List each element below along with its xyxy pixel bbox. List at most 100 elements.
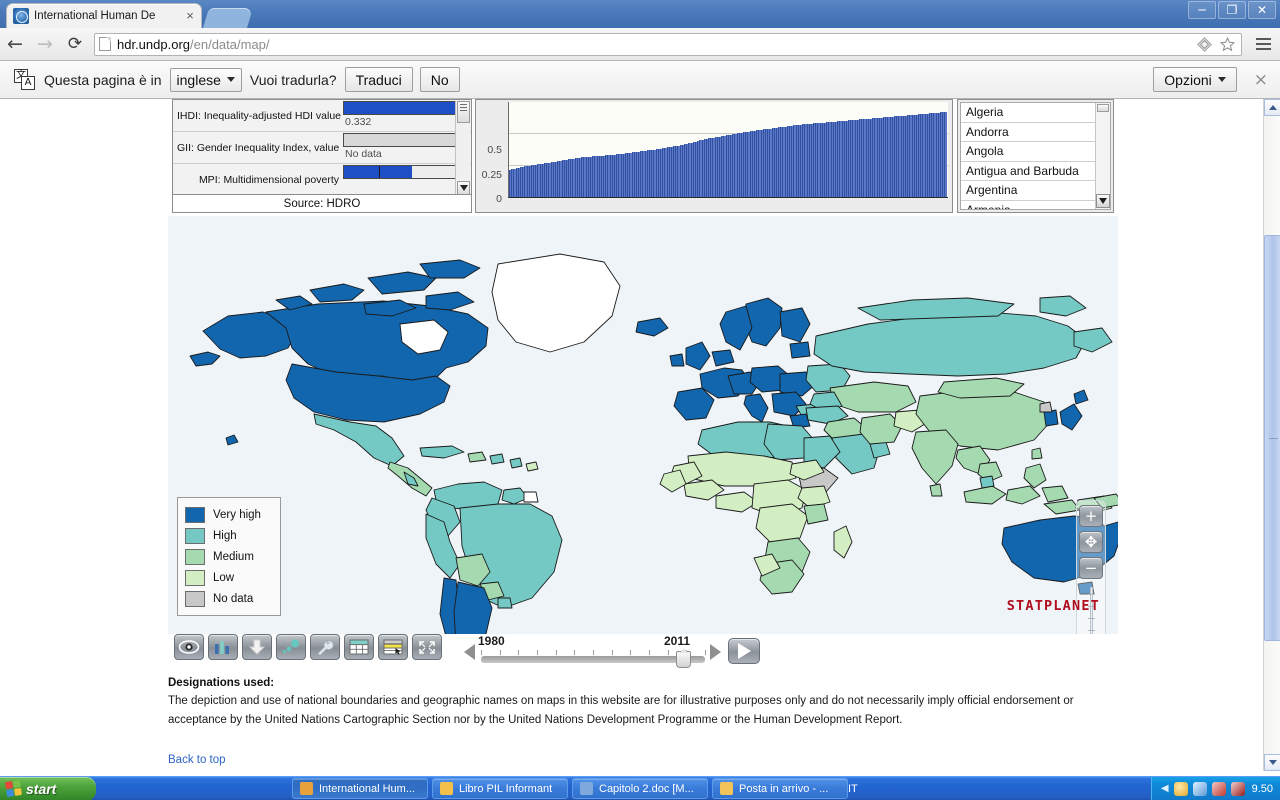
browser-tab[interactable]: International Human De × bbox=[6, 3, 202, 28]
chart-bars bbox=[509, 102, 948, 197]
chrome-menu-icon[interactable] bbox=[1250, 30, 1276, 58]
start-label: start bbox=[26, 780, 57, 797]
start-button[interactable]: start bbox=[0, 776, 96, 800]
antivirus-tray-icon[interactable] bbox=[1230, 781, 1245, 796]
indicator-value: 0.332 bbox=[345, 115, 372, 128]
translate-button[interactable]: Traduci bbox=[344, 67, 413, 92]
bubble-icon[interactable] bbox=[276, 634, 306, 660]
tab-close-icon[interactable]: × bbox=[183, 9, 197, 23]
pdf-tray-icon[interactable] bbox=[1211, 781, 1226, 796]
indicator-label: GII: Gender Inequality Index, value bbox=[177, 141, 340, 154]
country-scroll-thumb[interactable] bbox=[1097, 104, 1109, 112]
scroll-down-icon[interactable] bbox=[1264, 754, 1280, 771]
back-icon[interactable]: ← bbox=[0, 30, 30, 58]
un-favicon bbox=[13, 8, 29, 24]
timeline-handle[interactable] bbox=[676, 648, 691, 668]
close-infobar-icon[interactable]: × bbox=[1254, 70, 1268, 90]
timeline-track[interactable] bbox=[481, 656, 705, 663]
world-map-svg[interactable] bbox=[168, 216, 1118, 634]
indicator-list[interactable]: IHDI: Inequality-adjusted HDI value 0.332… bbox=[173, 100, 471, 196]
legend-label: Very high bbox=[213, 508, 261, 521]
forward-icon[interactable]: → bbox=[30, 30, 60, 58]
designations-body: The depiction and use of national bounda… bbox=[168, 695, 1074, 726]
source-language-select[interactable]: inglese bbox=[169, 67, 242, 92]
indicator-scroll-thumb[interactable] bbox=[457, 101, 470, 123]
country-scrollbar[interactable] bbox=[1095, 103, 1110, 209]
network-tray-icon[interactable] bbox=[1192, 781, 1207, 796]
indicator-bar-chart[interactable]: 0 0.25 0.5 bbox=[475, 99, 953, 213]
legend-row: Medium bbox=[185, 546, 273, 567]
indicator-row[interactable]: GII: Gender Inequality Index, value No da… bbox=[173, 132, 471, 164]
indicator-scrollbar[interactable] bbox=[455, 101, 470, 195]
legend-label: High bbox=[213, 529, 237, 542]
scroll-up-icon[interactable] bbox=[1264, 99, 1280, 116]
chevron-down-icon bbox=[226, 77, 235, 82]
page-scrollbar[interactable] bbox=[1263, 99, 1280, 771]
mail-tray-icon[interactable] bbox=[1173, 781, 1188, 796]
taskbar-item-label: International Hum... bbox=[319, 782, 415, 795]
recenter-icon[interactable]: ✥ bbox=[1079, 531, 1103, 553]
tray-expand-icon[interactable]: ◀ bbox=[1161, 783, 1169, 794]
clock[interactable]: 9.50 bbox=[1252, 783, 1273, 795]
back-to-top-link[interactable]: Back to top bbox=[168, 754, 226, 766]
bookmark-star-icon[interactable] bbox=[1219, 36, 1236, 53]
taskbar-item-label: Libro PIL Informant bbox=[459, 782, 553, 795]
window-controls: ─ ❐ ✕ bbox=[1186, 1, 1276, 19]
play-button[interactable] bbox=[728, 638, 760, 664]
country-list[interactable]: Algeria Andorra Angola Antigua and Barbuda A… bbox=[960, 102, 1111, 210]
taskbar-item[interactable]: International Hum... bbox=[292, 778, 428, 799]
taskbar-item[interactable]: Libro PIL Informant bbox=[432, 778, 568, 799]
taskbar-item-icon bbox=[300, 782, 313, 795]
legend-swatch bbox=[185, 527, 205, 544]
zoom-in-icon[interactable]: + bbox=[1079, 505, 1103, 527]
indicator-row[interactable]: MPI: Multidimensional poverty bbox=[173, 164, 471, 196]
translate-badge-icon[interactable] bbox=[1196, 36, 1213, 53]
country-list-item[interactable]: Andorra bbox=[961, 122, 1110, 142]
taskbar-item[interactable]: Posta in arrivo - ... bbox=[712, 778, 848, 799]
timeline-tick bbox=[611, 650, 613, 655]
tab-strip: International Human De × bbox=[0, 0, 1280, 28]
wrench-icon[interactable] bbox=[310, 634, 340, 660]
country-list-item[interactable]: Argentina bbox=[961, 181, 1110, 201]
indicator-scroll-down-icon[interactable] bbox=[457, 181, 470, 195]
browser-titlebar: International Human De × ─ ❐ ✕ bbox=[0, 0, 1280, 28]
zoom-out-icon[interactable]: − bbox=[1079, 557, 1103, 579]
timeline-tick bbox=[593, 650, 594, 655]
prev-year-icon[interactable] bbox=[464, 644, 475, 660]
close-window-button[interactable]: ✕ bbox=[1248, 1, 1276, 19]
world-map[interactable]: Very high High Medium Low No data + ✥ − bbox=[168, 216, 1118, 634]
download-icon[interactable] bbox=[242, 634, 272, 660]
url-host: hdr.undp.org bbox=[117, 36, 191, 52]
task-buttons: International Hum... Libro PIL Informant C… bbox=[292, 778, 848, 799]
translate-options-button[interactable]: Opzioni bbox=[1153, 67, 1237, 92]
timeline-slider[interactable]: 1980 2011 bbox=[464, 634, 884, 668]
address-bar[interactable]: hdr.undp.org/en/data/map/ bbox=[94, 32, 1242, 56]
restore-button[interactable]: ❐ bbox=[1218, 1, 1246, 19]
timeline-tick bbox=[499, 650, 501, 655]
next-year-icon[interactable] bbox=[710, 644, 721, 660]
source-language-value: inglese bbox=[176, 71, 221, 88]
minimize-button[interactable]: ─ bbox=[1188, 1, 1216, 19]
bar-chart-icon[interactable] bbox=[208, 634, 238, 660]
language-indicator[interactable]: IT bbox=[848, 783, 858, 795]
table-icon[interactable] bbox=[344, 634, 374, 660]
scroll-thumb[interactable] bbox=[1264, 235, 1280, 641]
taskbar-item-icon bbox=[580, 782, 593, 795]
country-scroll-down-icon[interactable] bbox=[1096, 194, 1110, 208]
country-list-item[interactable]: Angola bbox=[961, 142, 1110, 162]
country-list-item[interactable]: Armenia bbox=[961, 200, 1110, 209]
decline-translate-button[interactable]: No bbox=[419, 67, 460, 92]
chart-y-axis: 0 0.25 0.5 bbox=[476, 100, 506, 214]
highlight-icon[interactable] bbox=[378, 634, 408, 660]
url-path: /en/data/map/ bbox=[190, 36, 270, 52]
country-list-item[interactable]: Antigua and Barbuda bbox=[961, 161, 1110, 181]
indicator-bar-wrapper bbox=[343, 164, 471, 196]
new-tab-button[interactable] bbox=[202, 8, 254, 28]
country-list-item[interactable]: Algeria bbox=[961, 103, 1110, 123]
view-icon[interactable] bbox=[174, 634, 204, 660]
reload-icon[interactable]: ⟳ bbox=[60, 30, 90, 58]
windows-logo-icon bbox=[5, 780, 22, 797]
indicator-row[interactable]: IHDI: Inequality-adjusted HDI value 0.332 bbox=[173, 100, 471, 132]
taskbar-item[interactable]: Capitolo 2.doc [M... bbox=[572, 778, 708, 799]
fullscreen-icon[interactable] bbox=[412, 634, 442, 660]
